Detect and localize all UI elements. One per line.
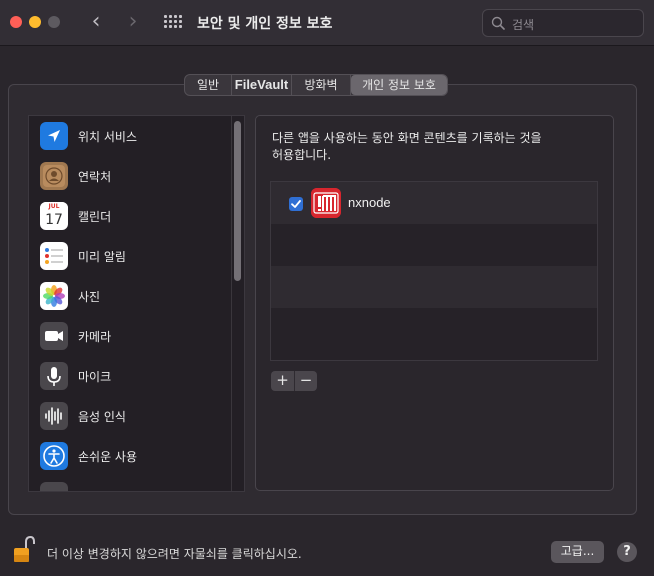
sidebar-item-photos[interactable]: 사진 (29, 276, 231, 316)
advanced-button[interactable]: 고급... (551, 541, 604, 563)
sidebar-item-label: 사진 (78, 290, 101, 304)
permission-description: 다른 앱을 사용하는 동안 화면 콘텐츠를 기록하는 것을 허용합니다. (272, 131, 542, 162)
empty-row (271, 266, 597, 308)
lock-hint-text: 더 이상 변경하지 않으려면 자물쇠를 클릭하십시오. (47, 547, 302, 561)
empty-row (271, 308, 597, 348)
sidebar-item-partial[interactable] (29, 476, 231, 491)
sidebar-item-label: 손쉬운 사용 (78, 450, 138, 464)
remove-app-button[interactable]: − (294, 371, 317, 391)
tab-bar: 일반 FileVault 방화벽 개인 정보 보호 (184, 74, 448, 96)
tab-firewall[interactable]: 방화벽 (292, 75, 351, 95)
sidebar-item-calendar[interactable]: JUL 17 캘린더 (29, 196, 231, 236)
show-all-grid-icon[interactable] (164, 15, 182, 31)
search-field[interactable]: 검색 (482, 9, 644, 37)
window-title: 보안 및 개인 정보 보호 (197, 16, 333, 32)
app-list[interactable]: nxnode (270, 181, 598, 361)
title-bar: ‹ › 보안 및 개인 정보 보호 검색 (0, 0, 654, 46)
back-button[interactable]: ‹ (85, 11, 107, 34)
location-arrow-icon (40, 122, 68, 150)
forward-button[interactable]: › (122, 11, 144, 34)
tab-general[interactable]: 일반 (185, 75, 232, 95)
scroll-track-divider (231, 116, 232, 491)
partial-item-icon (40, 482, 68, 491)
sidebar-item-accessibility[interactable]: 손쉬운 사용 (29, 436, 231, 476)
search-icon (491, 16, 505, 30)
sidebar-item-microphone[interactable]: 마이크 (29, 356, 231, 396)
app-name: nxnode (348, 195, 391, 210)
checkmark-icon (291, 200, 301, 208)
camera-icon (40, 322, 68, 350)
sidebar-item-label: 음성 인식 (78, 410, 126, 424)
add-app-button[interactable]: + (271, 371, 294, 391)
sidebar-item-camera[interactable]: 카메라 (29, 316, 231, 356)
search-placeholder: 검색 (512, 18, 535, 32)
tab-filevault[interactable]: FileVault (232, 75, 292, 95)
close-window-button[interactable] (10, 16, 22, 28)
sidebar-item-label: 위치 서비스 (78, 130, 138, 144)
empty-row (271, 224, 597, 266)
speech-recognition-icon (40, 402, 68, 430)
sidebar-item-label: 마이크 (78, 370, 112, 384)
sidebar-item-reminders[interactable]: 미리 알림 (29, 236, 231, 276)
privacy-category-list[interactable]: 위치 서비스 연락처 JUL 17 캘린더 미리 알림 사진 카메라 마이크 음… (28, 115, 245, 492)
sidebar-item-label: 미리 알림 (78, 250, 126, 264)
sidebar-scrollbar[interactable] (234, 121, 241, 281)
microphone-icon (40, 362, 68, 390)
sidebar-item-label: 연락처 (78, 170, 112, 184)
sidebar-item-speech-recognition[interactable]: 음성 인식 (29, 396, 231, 436)
sidebar-item-contacts[interactable]: 연락처 (29, 156, 231, 196)
sidebar-item-label: 카메라 (78, 330, 112, 344)
help-button[interactable]: ? (617, 542, 637, 562)
tab-privacy[interactable]: 개인 정보 보호 (351, 75, 447, 95)
calendar-icon: JUL 17 (40, 202, 68, 230)
reminders-icon (40, 242, 68, 270)
contacts-icon (40, 162, 68, 190)
add-remove-control: + − (271, 371, 317, 391)
zoom-window-button[interactable] (48, 16, 60, 28)
app-row-nxnode[interactable]: nxnode (271, 182, 597, 224)
unlocked-padlock-icon[interactable] (13, 535, 35, 565)
sidebar-item-location-services[interactable]: 위치 서비스 (29, 116, 231, 156)
app-enabled-checkbox[interactable] (289, 197, 303, 211)
minimize-window-button[interactable] (29, 16, 41, 28)
sidebar-item-label: 캘린더 (78, 210, 112, 224)
photos-icon (40, 282, 68, 310)
accessibility-icon (40, 442, 68, 470)
nxnode-app-icon (311, 188, 341, 218)
